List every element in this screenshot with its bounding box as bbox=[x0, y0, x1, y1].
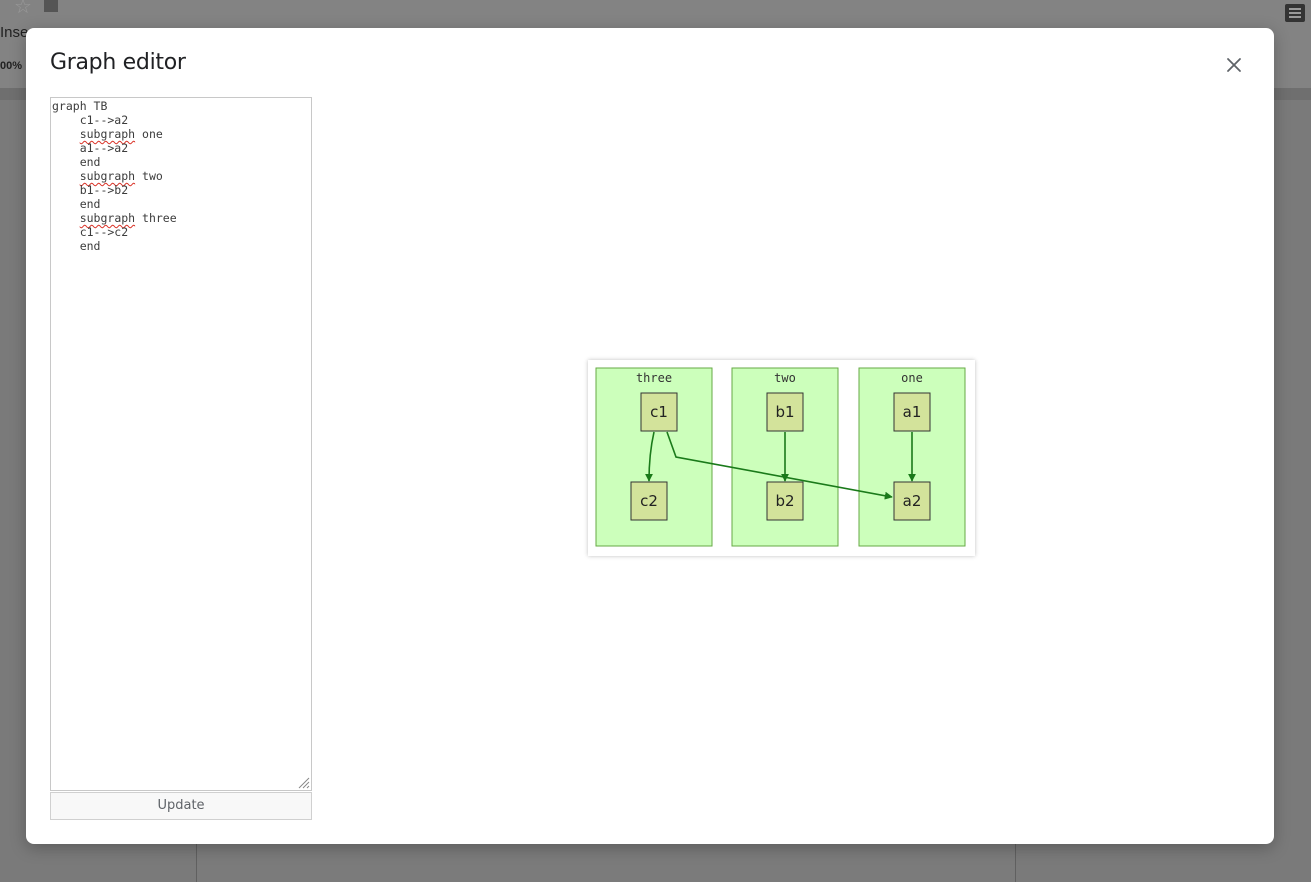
subgraph-label-two: two bbox=[774, 371, 796, 385]
update-button[interactable]: Update bbox=[50, 792, 312, 820]
node-label-c1: c1 bbox=[650, 403, 668, 421]
node-label-c2: c2 bbox=[640, 492, 658, 510]
folder-icon bbox=[44, 0, 58, 12]
node-label-a2: a2 bbox=[903, 492, 922, 510]
resize-handle-icon[interactable] bbox=[296, 775, 310, 789]
star-icon: ☆ bbox=[14, 0, 32, 18]
node-label-a1: a1 bbox=[903, 403, 922, 421]
dialog-title: Graph editor bbox=[50, 50, 186, 75]
zoom-level: 00% bbox=[0, 60, 23, 72]
close-icon bbox=[1227, 58, 1241, 72]
graph-diagram: three two one c1 c2 b1 b2 a1 a2 bbox=[595, 367, 966, 547]
subgraph-label-three: three bbox=[636, 371, 672, 385]
graph-editor-dialog: Graph editor graph TB c1-->a2 subgraph o… bbox=[26, 28, 1274, 844]
code-editor[interactable]: graph TB c1-->a2 subgraph one a1-->a2 en… bbox=[50, 97, 312, 791]
node-label-b1: b1 bbox=[775, 403, 794, 421]
menu-insert: Inse bbox=[0, 24, 29, 41]
node-label-b2: b2 bbox=[775, 492, 794, 510]
subgraph-label-one: one bbox=[901, 371, 923, 385]
graph-preview: three two one c1 c2 b1 b2 a1 a2 bbox=[588, 360, 975, 556]
comment-icon bbox=[1285, 4, 1305, 22]
close-button[interactable] bbox=[1222, 53, 1246, 77]
